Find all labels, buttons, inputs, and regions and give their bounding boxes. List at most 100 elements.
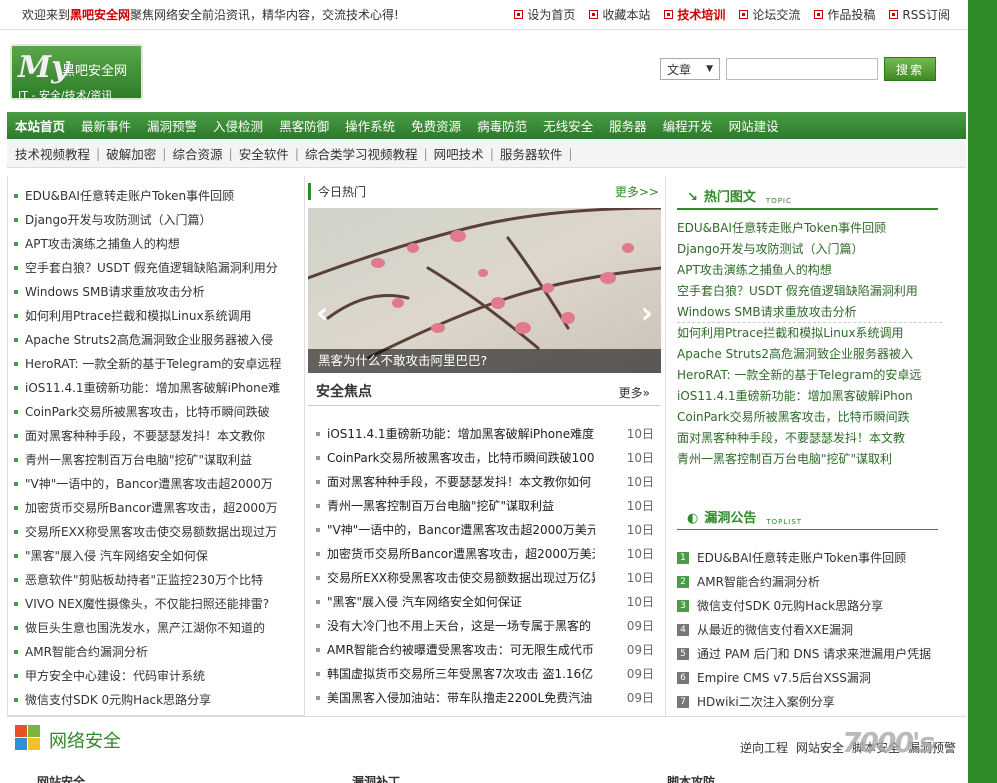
- list-item[interactable]: CoinPark交易所被黑客攻击，比特币瞬间跌破: [8, 400, 304, 424]
- list-item[interactable]: 面对黑客种种手段，不要瑟瑟发抖！本文教你如何 10日: [308, 470, 660, 494]
- list-item[interactable]: 如何利用Ptrace拦截和模拟Linux系统调用: [677, 323, 942, 344]
- list-item[interactable]: "黑客"展入侵 汽车网络安全如何保: [8, 544, 304, 568]
- item-title[interactable]: "V神"一语中的，Bancor遭黑客攻击超2000万美元: [327, 518, 595, 542]
- item-title[interactable]: 微信支付SDK 0元购Hack思路分享: [697, 594, 883, 618]
- list-item[interactable]: 韩国虚拟货币交易所三年受黑客7次攻击 盗1.16亿 09日: [308, 662, 660, 686]
- list-item[interactable]: Apache Struts2高危漏洞致企业服务器被入侵: [8, 328, 304, 352]
- subnav-item[interactable]: 技术视频教程: [15, 144, 90, 163]
- list-item[interactable]: "黑客"展入侵 汽车网络安全如何保证 10日: [308, 590, 660, 614]
- nav-item[interactable]: 最新事件: [73, 116, 139, 135]
- item-title[interactable]: AMR智能合约漏洞分析: [697, 570, 820, 594]
- list-item[interactable]: 美国黑客入侵加油站：带车队撸走2200L免费汽油 09日: [308, 686, 660, 710]
- list-item[interactable]: HeroRAT: 一款全新的基于Telegram的安卓远: [677, 365, 942, 386]
- section-link[interactable]: 逆向工程: [740, 739, 788, 756]
- submit-link[interactable]: 作品投稿: [814, 6, 875, 23]
- list-item[interactable]: 4 从最近的微信支付看XXE漏洞: [677, 618, 966, 642]
- nav-item[interactable]: 网站建设: [721, 116, 787, 135]
- rss-link[interactable]: RSS订阅: [889, 6, 950, 23]
- list-item[interactable]: iOS11.4.1重磅新功能：增加黑客破解iPhone难: [8, 376, 304, 400]
- sub-section-title[interactable]: 网站安全: [37, 773, 85, 783]
- set-homepage-label[interactable]: 设为首页: [527, 6, 575, 23]
- item-title[interactable]: "黑客"展入侵 汽车网络安全如何保证: [327, 590, 595, 614]
- list-item[interactable]: CoinPark交易所被黑客攻击，比特币瞬间跌破1000 10日: [308, 446, 660, 470]
- list-item[interactable]: APT攻击演练之捕鱼人的构想: [8, 232, 304, 256]
- list-item[interactable]: HeroRAT: 一款全新的基于Telegram的安卓远程: [8, 352, 304, 376]
- rss-label[interactable]: RSS订阅: [902, 6, 950, 23]
- item-title[interactable]: AMR智能合约被曝遭受黑客攻击：可无限生成代币: [327, 638, 595, 662]
- nav-item-home[interactable]: 本站首页: [7, 116, 73, 135]
- list-item[interactable]: APT攻击演练之捕鱼人的构想: [677, 260, 942, 281]
- list-item[interactable]: 1 EDU&BAI任意转走账户Token事件回顾: [677, 546, 966, 570]
- item-title[interactable]: iOS11.4.1重磅新功能：增加黑客破解iPhone难度: [327, 422, 595, 446]
- item-title[interactable]: Empire CMS v7.5后台XSS漏洞: [697, 666, 871, 690]
- item-title[interactable]: 韩国虚拟货币交易所三年受黑客7次攻击 盗1.16亿: [327, 662, 595, 686]
- subnav-item[interactable]: 综合资源: [172, 144, 222, 163]
- list-item[interactable]: "V神"一语中的，Bancor遭黑客攻击超2000万美元 10日: [308, 518, 660, 542]
- list-item[interactable]: Apache Struts2高危漏洞致企业服务器被入: [677, 344, 942, 365]
- list-item[interactable]: 恶意软件"剪贴板劫持者"正监控230万个比特: [8, 568, 304, 592]
- list-item[interactable]: 做巨头生意也围洗发水，黑产江湖你不知道的: [8, 616, 304, 640]
- list-item[interactable]: AMR智能合约漏洞分析: [8, 640, 304, 664]
- item-title[interactable]: 通过 PAM 后门和 DNS 请求来泄漏用户凭据: [697, 642, 931, 666]
- search-type-select[interactable]: 文章 ▼: [660, 58, 720, 80]
- section-link[interactable]: 网站安全: [796, 739, 844, 756]
- item-title[interactable]: CoinPark交易所被黑客攻击，比特币瞬间跌破1000: [327, 446, 595, 470]
- set-homepage-link[interactable]: 设为首页: [514, 6, 575, 23]
- subnav-item[interactable]: 综合类学习视频教程: [305, 144, 418, 163]
- item-title[interactable]: 青州一黑客控制百万台电脑"挖矿"谋取利益: [327, 494, 595, 518]
- subnav-item[interactable]: 服务器软件: [500, 144, 563, 163]
- list-item[interactable]: "V神"一语中的，Bancor遭黑客攻击超2000万: [8, 472, 304, 496]
- hot-more-link[interactable]: 更多>>: [615, 183, 659, 200]
- bookmark-link[interactable]: 收藏本站: [589, 6, 650, 23]
- list-item[interactable]: 甲方安全中心建设：代码审计系统: [8, 664, 304, 688]
- chevron-right-icon[interactable]: ›: [641, 296, 653, 331]
- chevron-left-icon[interactable]: ‹: [316, 296, 328, 331]
- list-item[interactable]: 加密货币交易所Bancor遭黑客攻击，超2000万美元 10日: [308, 542, 660, 566]
- sub-section-title[interactable]: 漏洞补丁: [352, 773, 400, 783]
- submit-label[interactable]: 作品投稿: [827, 6, 875, 23]
- list-item[interactable]: 青州一黑客控制百万台电脑"挖矿"谋取利益: [8, 448, 304, 472]
- nav-item[interactable]: 入侵检测: [205, 116, 271, 135]
- list-item[interactable]: Django开发与攻防测试（入门篇）: [8, 208, 304, 232]
- nav-item[interactable]: 漏洞预警: [139, 116, 205, 135]
- item-title[interactable]: 美国黑客入侵加油站：带车队撸走2200L免费汽油: [327, 686, 595, 710]
- training-link[interactable]: 技术培训: [664, 6, 725, 23]
- subnav-item[interactable]: 网吧技术: [434, 144, 484, 163]
- list-item[interactable]: EDU&BAI任意转走账户Token事件回顾: [8, 184, 304, 208]
- list-item[interactable]: 如何利用Ptrace拦截和模拟Linux系统调用: [8, 304, 304, 328]
- item-title[interactable]: 没有大冷门也不用上天台，这是一场专属于黑客的: [327, 614, 595, 638]
- item-title[interactable]: EDU&BAI任意转走账户Token事件回顾: [697, 546, 906, 570]
- list-item[interactable]: 青州一黑客控制百万台电脑"挖矿"谋取利: [677, 449, 942, 470]
- list-item[interactable]: 加密货币交易所Bancor遭黑客攻击，超2000万: [8, 496, 304, 520]
- nav-item[interactable]: 操作系统: [337, 116, 403, 135]
- list-item[interactable]: 2 AMR智能合约漏洞分析: [677, 570, 966, 594]
- list-item[interactable]: 微信支付SDK 0元购Hack思路分享: [8, 688, 304, 712]
- list-item[interactable]: CoinPark交易所被黑客攻击，比特币瞬间跌: [677, 407, 942, 428]
- image-slider[interactable]: ‹ › 黑客为什么不敢攻击阿里巴巴?: [308, 208, 661, 373]
- search-input[interactable]: [726, 58, 878, 80]
- list-item[interactable]: iOS11.4.1重磅新功能：增加黑客破解iPhon: [677, 386, 942, 407]
- site-name-link[interactable]: 黑吧安全网: [70, 8, 130, 22]
- item-title[interactable]: 交易所EXX称受黑客攻击使交易额数据出现过万亿异: [327, 566, 595, 590]
- training-label[interactable]: 技术培训: [677, 6, 725, 23]
- nav-item[interactable]: 病毒防范: [469, 116, 535, 135]
- nav-item[interactable]: 无线安全: [535, 116, 601, 135]
- list-item[interactable]: 6 Empire CMS v7.5后台XSS漏洞: [677, 666, 966, 690]
- list-item[interactable]: 面对黑客种种手段，不要瑟瑟发抖！本文教: [677, 428, 942, 449]
- item-title[interactable]: 面对黑客种种手段，不要瑟瑟发抖！本文教你如何: [327, 470, 595, 494]
- forum-label[interactable]: 论坛交流: [752, 6, 800, 23]
- nav-item[interactable]: 编程开发: [655, 116, 721, 135]
- list-item[interactable]: VIVO NEX魔性摄像头，不仅能扫照还能排雷?: [8, 592, 304, 616]
- subnav-item[interactable]: 安全软件: [239, 144, 289, 163]
- list-item[interactable]: Windows SMB请求重放攻击分析: [8, 280, 304, 304]
- list-item[interactable]: 7 HDwiki二次注入案例分享: [677, 690, 966, 714]
- item-title[interactable]: 加密货币交易所Bancor遭黑客攻击，超2000万美元: [327, 542, 595, 566]
- subnav-item[interactable]: 破解加密: [106, 144, 156, 163]
- list-item[interactable]: 交易所EXX称受黑客攻击使交易额数据出现过万亿异 10日: [308, 566, 660, 590]
- slide-caption[interactable]: 黑客为什么不敢攻击阿里巴巴?: [308, 349, 661, 373]
- nav-item[interactable]: 服务器: [601, 116, 655, 135]
- list-item[interactable]: 空手套白狼？USDT 假充值逻辑缺陷漏洞利用分: [8, 256, 304, 280]
- search-button[interactable]: 搜索: [884, 57, 936, 81]
- list-item[interactable]: 3 微信支付SDK 0元购Hack思路分享: [677, 594, 966, 618]
- list-item[interactable]: 5 通过 PAM 后门和 DNS 请求来泄漏用户凭据: [677, 642, 966, 666]
